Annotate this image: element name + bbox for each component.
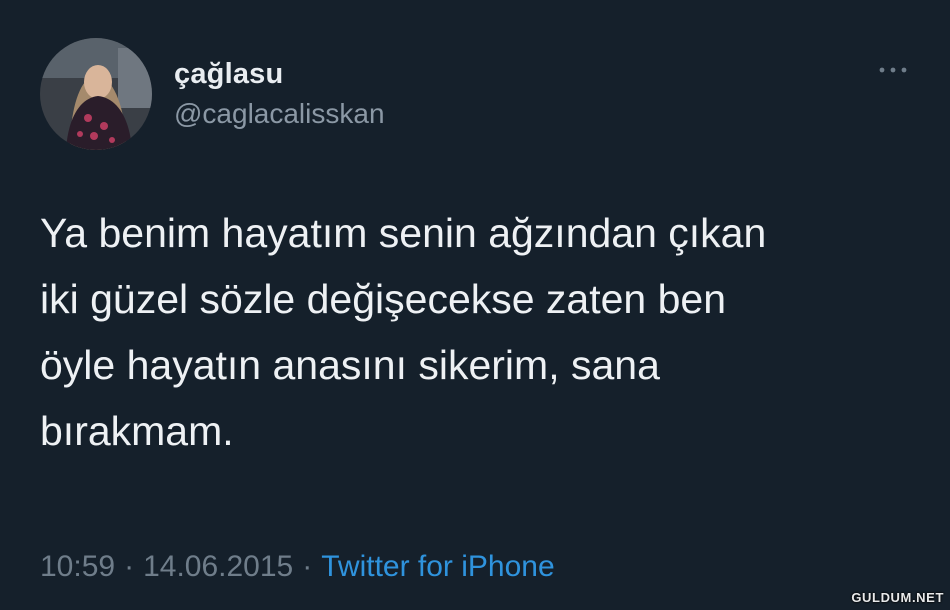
username-handle[interactable]: @caglacalisskan [174,98,385,130]
avatar[interactable] [40,38,152,150]
tweet-meta: 10:59 · 14.06.2015 · Twitter for iPhone [40,550,555,584]
tweet-source-link[interactable]: Twitter for iPhone [321,550,554,583]
more-options-icon[interactable] [873,58,913,82]
display-name[interactable]: çağlasu [174,58,283,91]
meta-separator: · [302,550,313,583]
tweet-date[interactable]: 14.06.2015 [143,550,293,583]
tweet-line: bırakmam. [40,408,234,454]
tweet-line: öyle hayatın anasını sikerim, sana [40,342,660,388]
tweet-line: Ya benim hayatım senin ağzından çıkan [40,210,767,256]
tweet-time[interactable]: 10:59 [40,550,115,583]
avatar-photo [40,38,152,150]
meta-separator: · [124,550,135,583]
tweet-line: iki güzel sözle değişecekse zaten ben [40,276,727,322]
tweet-text: Ya benim hayatım senin ağzından çıkan ik… [40,200,920,464]
watermark: GULDUM.NET [851,590,944,605]
